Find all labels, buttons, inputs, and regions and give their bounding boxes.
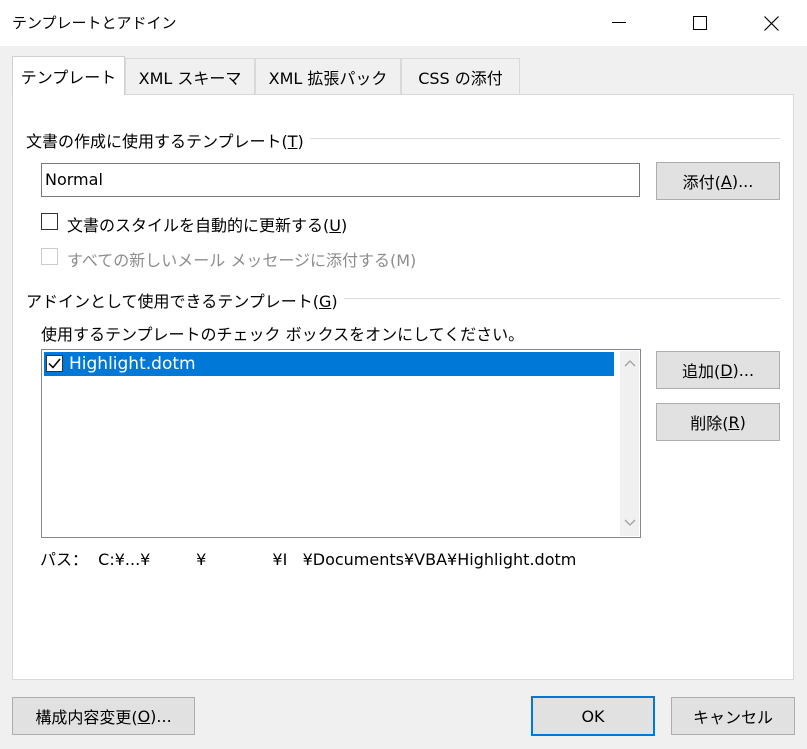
tab-template[interactable]: テンプレート xyxy=(12,56,125,95)
template-checkbox[interactable] xyxy=(46,355,63,372)
checkmark-icon xyxy=(48,358,61,369)
maximize-button[interactable] xyxy=(669,0,731,46)
global-templates-list[interactable]: Highlight.dotm xyxy=(41,349,641,538)
close-icon xyxy=(763,15,779,31)
close-button[interactable] xyxy=(740,0,802,46)
list-item[interactable]: Highlight.dotm xyxy=(44,352,614,376)
remove-template-button[interactable]: 削除(R) xyxy=(656,403,780,441)
minimize-button[interactable] xyxy=(588,0,650,46)
auto-update-styles-checkbox[interactable] xyxy=(41,213,58,230)
global-templates-instruction: 使用するテンプレートのチェック ボックスをオンにしてください。 xyxy=(41,325,525,344)
title-bar: テンプレートとアドイン xyxy=(0,0,807,46)
tab-xml-schema[interactable]: XML スキーマ xyxy=(125,58,255,94)
tab-label: XML スキーマ xyxy=(138,68,242,88)
tab-label: CSS の添付 xyxy=(418,68,503,88)
list-scrollbar[interactable] xyxy=(620,351,639,536)
group-divider xyxy=(290,138,780,139)
template-path: パス： C:¥...¥ ¥ ¥I ¥Documents¥VBA¥Highligh… xyxy=(40,550,577,569)
tab-css-attach[interactable]: CSS の添付 xyxy=(401,58,520,94)
document-template-input[interactable]: Normal xyxy=(41,163,640,197)
tab-label: XML 拡張パック xyxy=(268,68,388,88)
group-divider xyxy=(312,298,780,299)
cancel-button[interactable]: キャンセル xyxy=(671,697,795,735)
attach-button[interactable]: 添付(A)... xyxy=(656,162,780,200)
template-name: Highlight.dotm xyxy=(69,354,196,374)
window-title: テンプレートとアドイン xyxy=(12,14,177,32)
ok-button[interactable]: OK xyxy=(531,696,655,736)
organizer-button[interactable]: 構成内容変更(O)... xyxy=(12,697,195,735)
tab-xml-expansion-pack[interactable]: XML 拡張パック xyxy=(255,58,401,94)
global-templates-group-label: アドインとして使用できるテンプレート(G) xyxy=(26,288,344,312)
document-template-value: Normal xyxy=(45,170,103,189)
attach-to-all-mail-label: すべての新しいメール メッセージに添付する(M) xyxy=(67,251,417,270)
tab-label: テンプレート xyxy=(20,68,117,87)
add-template-button[interactable]: 追加(D)... xyxy=(656,351,780,389)
auto-update-styles-label: 文書のスタイルを自動的に更新する(U) xyxy=(67,216,348,235)
scroll-up-icon[interactable] xyxy=(624,359,636,367)
attach-to-all-mail-checkbox[interactable] xyxy=(41,248,58,265)
minimize-icon xyxy=(612,22,626,23)
maximize-icon xyxy=(693,16,707,30)
document-template-group-label: 文書の作成に使用するテンプレート(T) xyxy=(26,128,310,152)
scroll-down-icon[interactable] xyxy=(624,519,636,527)
